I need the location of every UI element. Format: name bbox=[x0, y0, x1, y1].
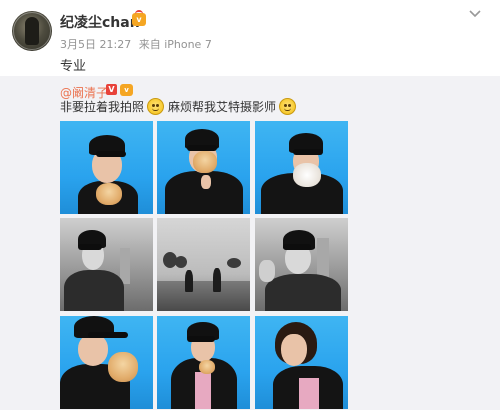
repost-card[interactable]: @阚清子 V v 非要拉着我拍照 麻烦帮我艾特摄影师 bbox=[0, 76, 500, 410]
photo-girl-cap-pink-shirt-blue[interactable] bbox=[157, 316, 250, 409]
user-name[interactable]: 纪凌尘chan bbox=[60, 12, 140, 32]
post-meta: 3月5日 21:27 来自 iPhone 7 bbox=[60, 36, 216, 52]
post-time[interactable]: 3月5日 21:27 bbox=[60, 38, 131, 51]
post-source[interactable]: 来自 iPhone 7 bbox=[139, 38, 212, 51]
post-text: 专业 bbox=[60, 59, 87, 74]
photo-grid bbox=[60, 121, 348, 409]
repost-text: 非要拉着我拍照 麻烦帮我艾特摄影师 bbox=[60, 98, 300, 115]
photo-bw-field-landscape[interactable] bbox=[157, 218, 250, 311]
photo-girl-cap-cat-blue[interactable] bbox=[60, 121, 153, 214]
repost-text-part2: 麻烦帮我艾特摄影师 bbox=[168, 100, 277, 114]
photo-girl-cap-bw-gesture[interactable] bbox=[255, 218, 348, 311]
photo-girl-cap-holding-cat-blue[interactable] bbox=[157, 121, 250, 214]
vip-crown-icon[interactable]: v bbox=[120, 84, 133, 96]
smile-emoji-icon bbox=[147, 98, 165, 115]
photo-girl-cap-bw-portrait[interactable] bbox=[60, 218, 153, 311]
photo-girl-cap-white-cat-blue[interactable] bbox=[255, 121, 348, 214]
repost-text-part1: 非要拉着我拍照 bbox=[60, 100, 145, 114]
photo-girl-profile-blue[interactable] bbox=[255, 316, 348, 409]
vip-crown-icon[interactable]: v bbox=[132, 10, 146, 26]
photo-girl-cap-cat-closeup-blue[interactable] bbox=[60, 316, 153, 409]
chevron-down-icon[interactable] bbox=[468, 7, 482, 21]
avatar[interactable] bbox=[12, 11, 52, 51]
weibo-post: 纪凌尘chan v 3月5日 21:27 来自 iPhone 7 专业 @阚清子… bbox=[0, 0, 500, 410]
smile-emoji-icon bbox=[279, 98, 297, 115]
verified-v-icon: V bbox=[106, 84, 117, 95]
